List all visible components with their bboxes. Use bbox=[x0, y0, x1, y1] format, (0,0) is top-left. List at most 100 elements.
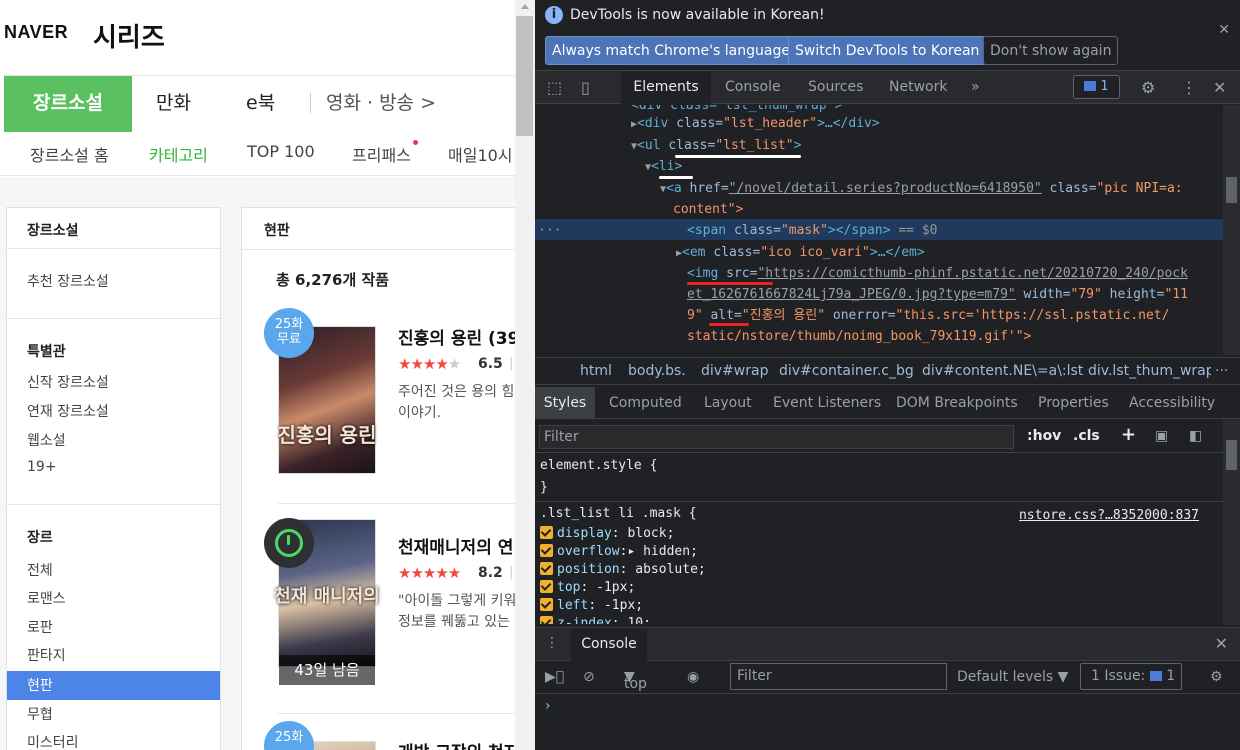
sidebar-item-romance[interactable]: 로맨스 bbox=[27, 588, 66, 608]
node-actions-icon[interactable]: ··· bbox=[538, 220, 561, 242]
subnav-home[interactable]: 장르소설 홈 bbox=[30, 142, 109, 166]
checkbox-icon[interactable] bbox=[540, 616, 553, 624]
switch-korean-button[interactable]: Switch DevTools to Korean bbox=[788, 36, 987, 65]
console-issues-button[interactable]: 1 Issue: 1 bbox=[1080, 663, 1182, 690]
scroll-thumb[interactable] bbox=[1226, 177, 1237, 203]
subnav-top100[interactable]: TOP 100 bbox=[247, 142, 315, 161]
tab-network[interactable]: Network bbox=[889, 79, 947, 95]
sidebar-item-romance-fantasy[interactable]: 로판 bbox=[27, 617, 53, 637]
dom-tree[interactable]: <div class="lst_thum_wrap"> ▶<div class=… bbox=[535, 105, 1223, 355]
styles-scrollbar[interactable] bbox=[1223, 420, 1240, 625]
dom-scrollbar[interactable] bbox=[1223, 105, 1240, 355]
element-style-rule[interactable]: element.style { bbox=[540, 457, 657, 475]
sidebar-item-fantasy[interactable]: 판타지 bbox=[27, 645, 66, 665]
settings-gear-icon[interactable]: ⚙ bbox=[1141, 78, 1155, 97]
drawer-menu-icon[interactable]: ⋮ bbox=[545, 635, 559, 651]
css-property[interactable]: top: -1px; bbox=[540, 579, 635, 597]
more-tabs-icon[interactable]: » bbox=[971, 79, 980, 95]
tab-dom-breakpoints[interactable]: DOM Breakpoints bbox=[896, 395, 1018, 411]
css-property[interactable]: z-index: 10; bbox=[540, 615, 651, 624]
eye-icon[interactable]: ◉ bbox=[687, 669, 699, 685]
scroll-thumb[interactable] bbox=[516, 16, 533, 136]
styles-pane[interactable]: element.style { } .lst_list li .mask { n… bbox=[535, 452, 1223, 624]
tab-event-listeners[interactable]: Event Listeners bbox=[773, 395, 881, 411]
dom-node-selected[interactable]: <span class="mask"></span> == $0 bbox=[687, 220, 938, 242]
crumb-body[interactable]: body.bs. bbox=[628, 363, 686, 379]
sidebar-item-modern-fantasy[interactable]: 현판 bbox=[27, 675, 53, 695]
crumb-more-icon[interactable]: ··· bbox=[1211, 363, 1240, 379]
close-devtools-icon[interactable]: ✕ bbox=[1213, 78, 1226, 97]
inspect-element-icon[interactable]: ⬚ bbox=[547, 78, 562, 97]
sidebar-item-martial[interactable]: 무협 bbox=[27, 704, 53, 724]
css-property[interactable]: display: block; bbox=[540, 525, 674, 543]
stylesheet-link[interactable]: nstore.css?…8352000:837 bbox=[1019, 507, 1199, 525]
issues-button[interactable]: 1 bbox=[1073, 75, 1120, 99]
sidebar-item-webnovel[interactable]: 웹소설 bbox=[27, 430, 66, 450]
close-infobar-icon[interactable]: ✕ bbox=[1218, 22, 1230, 38]
crumb-wrap[interactable]: div#wrap bbox=[701, 363, 768, 379]
dom-node[interactable]: ▶<div class="lst_header">…</div> bbox=[631, 113, 880, 136]
clear-console-icon[interactable]: ⊘ bbox=[583, 669, 595, 685]
page-scrollbar[interactable] bbox=[515, 0, 535, 750]
tab-console[interactable]: Console bbox=[725, 79, 781, 95]
new-rule-icon[interactable]: + bbox=[1121, 424, 1136, 445]
dont-show-button[interactable]: Don't show again bbox=[983, 36, 1119, 65]
sidebar-toggle-icon[interactable]: ◧ bbox=[1189, 428, 1202, 444]
scroll-thumb[interactable] bbox=[1226, 440, 1237, 470]
series-brand[interactable]: 시리즈 bbox=[93, 17, 165, 54]
close-drawer-icon[interactable]: ✕ bbox=[1215, 634, 1228, 653]
device-toolbar-icon[interactable]: ▯ bbox=[581, 78, 590, 97]
sidebar-item-all[interactable]: 전체 bbox=[27, 560, 53, 580]
crumb-thumb-wrap[interactable]: div.lst_thum_wrap bbox=[1088, 363, 1215, 379]
scroll-up-arrow-icon[interactable] bbox=[521, 4, 529, 9]
context-select[interactable]: top ▼ bbox=[624, 669, 647, 692]
book-title[interactable]: 개방 고장의 천지 bbox=[398, 738, 515, 750]
checkbox-icon[interactable] bbox=[540, 526, 553, 539]
tab-computed[interactable]: Computed bbox=[609, 395, 682, 411]
hover-state-toggle[interactable]: :hov bbox=[1027, 428, 1061, 444]
more-options-icon[interactable]: ⋮ bbox=[1181, 78, 1197, 97]
sidebar-item-mystery[interactable]: 미스터리 bbox=[27, 732, 79, 750]
sidebar-toggle-icon[interactable]: ▶⃞ bbox=[545, 669, 564, 685]
css-selector[interactable]: .lst_list li .mask { bbox=[540, 505, 697, 523]
checkbox-icon[interactable] bbox=[540, 580, 553, 593]
tab-accessibility[interactable]: Accessibility bbox=[1129, 395, 1215, 411]
nav-ebook[interactable]: e북 bbox=[246, 76, 275, 132]
tab-sources[interactable]: Sources bbox=[808, 79, 863, 95]
console-prompt[interactable]: › bbox=[545, 698, 551, 714]
checkbox-icon[interactable] bbox=[540, 562, 553, 575]
nav-comics[interactable]: 만화 bbox=[156, 76, 191, 132]
css-property[interactable]: position: absolute; bbox=[540, 561, 706, 579]
crumb-container[interactable]: div#container.c_bg bbox=[779, 363, 914, 379]
paint-brush-icon[interactable]: ▣ bbox=[1155, 428, 1168, 444]
class-toggle[interactable]: .cls bbox=[1073, 428, 1100, 444]
styles-filter-input[interactable]: Filter bbox=[539, 425, 1014, 449]
sidebar-item-serial[interactable]: 연재 장르소설 bbox=[27, 401, 109, 421]
console-filter-input[interactable]: Filter bbox=[730, 663, 947, 690]
dom-node[interactable]: ▶<em class="ico ico_vari">…</em> bbox=[676, 242, 925, 265]
subnav-freepass[interactable]: 프리패스 bbox=[352, 142, 411, 166]
tab-styles[interactable]: Styles bbox=[535, 387, 595, 419]
console-settings-gear-icon[interactable]: ⚙ bbox=[1210, 669, 1223, 685]
naver-logo[interactable]: NAVER bbox=[4, 22, 68, 43]
sidebar-item-adult[interactable]: 19+ bbox=[27, 459, 57, 475]
book-title[interactable]: 천재매니저의 연 bbox=[398, 533, 513, 558]
css-property[interactable]: left: -1px; bbox=[540, 597, 643, 615]
subnav-category[interactable]: 카테고리 bbox=[149, 142, 208, 166]
checkbox-icon[interactable] bbox=[540, 598, 553, 611]
subnav-daily10[interactable]: 매일10시 bbox=[448, 142, 513, 166]
match-language-button[interactable]: Always match Chrome's language bbox=[545, 36, 797, 65]
checkbox-icon[interactable] bbox=[540, 544, 553, 557]
nav-genre-novel[interactable]: 장르소설 bbox=[4, 76, 132, 132]
tab-layout[interactable]: Layout bbox=[704, 395, 752, 411]
css-property[interactable]: overflow:▸ hidden; bbox=[540, 543, 698, 561]
sidebar-item-recommend[interactable]: 추천 장르소설 bbox=[27, 271, 109, 291]
book-title[interactable]: 진홍의 용린 (39 bbox=[398, 324, 515, 349]
dom-node[interactable]: ▼<a href="/novel/detail.series?productNo… bbox=[660, 178, 1183, 201]
crumb-html[interactable]: html bbox=[580, 363, 612, 379]
drawer-tab-console[interactable]: Console bbox=[571, 628, 647, 661]
sidebar-item-new[interactable]: 신작 장르소설 bbox=[27, 372, 109, 392]
log-levels-select[interactable]: Default levels ▼ bbox=[957, 669, 1068, 685]
tab-properties[interactable]: Properties bbox=[1038, 395, 1109, 411]
nav-movie-broadcast[interactable]: 영화 · 방송 > bbox=[326, 76, 436, 132]
